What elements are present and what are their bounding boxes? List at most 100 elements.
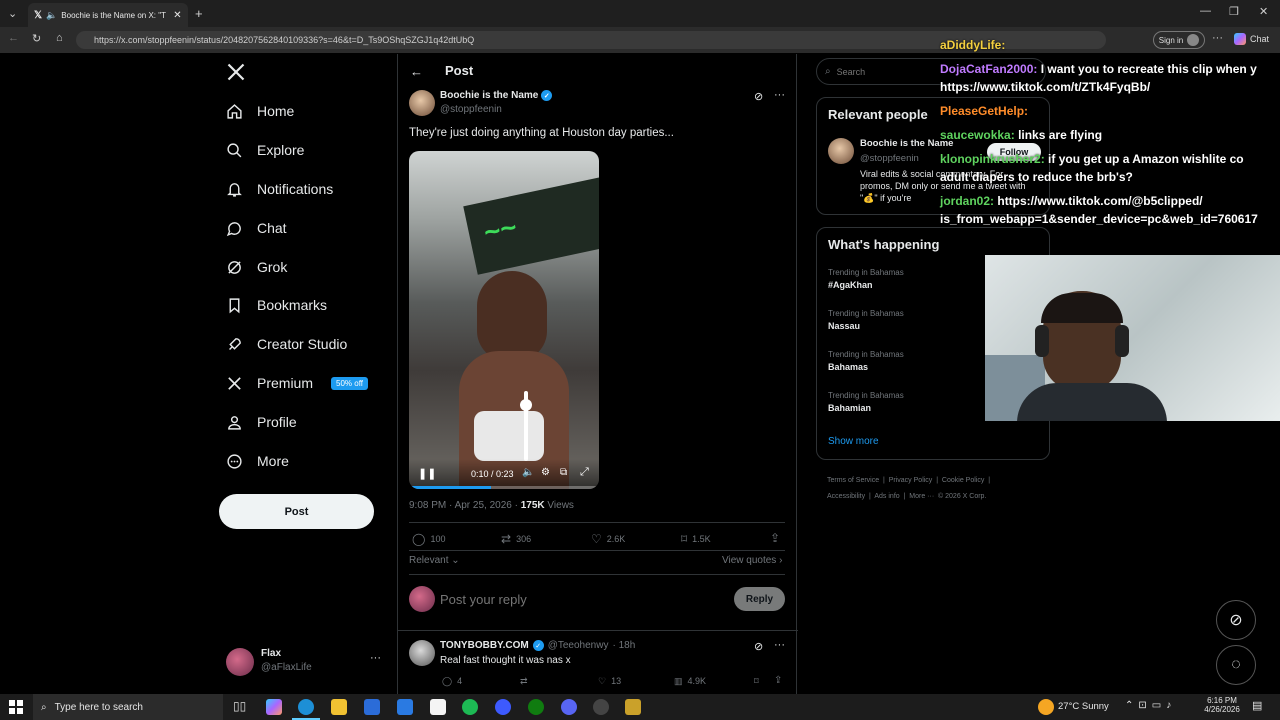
restore-icon[interactable]: ❐ [1229, 5, 1239, 18]
browser-tab[interactable]: 𝕏 🔈 Boochie is the Name on X: "T ✕ [28, 3, 188, 27]
post-button[interactable]: Post [219, 494, 374, 529]
person-icon [226, 414, 243, 431]
fullscreen-icon[interactable]: ⤢ [580, 466, 589, 479]
back-icon[interactable]: ← [8, 32, 19, 44]
account-switcher[interactable]: Flax @aFlaxLife ··· [226, 646, 386, 678]
edge-icon[interactable] [298, 699, 314, 715]
trend-item[interactable]: Trending in Bahamas Bahamian [828, 391, 904, 413]
nav-item-explore[interactable]: Explore [226, 138, 304, 162]
obs-icon[interactable] [593, 699, 609, 715]
reply-author-name[interactable]: TONYBOBBY.COM [440, 640, 529, 651]
share-icon[interactable]: ⇪ [770, 531, 780, 545]
back-arrow-icon[interactable]: ← [410, 64, 423, 79]
privacy-link[interactable]: Privacy Policy [889, 477, 933, 484]
nav-item-creator-studio[interactable]: Creator Studio [226, 332, 347, 356]
nav-item-home[interactable]: Home [226, 99, 294, 123]
discord-icon[interactable] [561, 699, 577, 715]
weather-text[interactable]: 27°C Sunny [1058, 701, 1109, 712]
weather-icon[interactable] [1038, 699, 1054, 715]
nav-item-bookmarks[interactable]: Bookmarks [226, 293, 327, 317]
mail-icon[interactable] [397, 699, 413, 715]
close-window-icon[interactable]: ✕ [1259, 5, 1268, 18]
video-player[interactable]: ~~ ❚❚ 0:10 / 0:23 🔈 ⚙ ⧉ ⤢ [409, 151, 599, 489]
task-view-icon[interactable]: ▯▯ [233, 699, 249, 715]
bookmark-button[interactable]: ⌑ 1.5K [681, 532, 711, 546]
relevant-avatar[interactable] [828, 138, 854, 164]
relevant-handle[interactable]: @stoppfeenin [860, 153, 919, 164]
like-button[interactable]: ♡ 2.6K [591, 532, 625, 546]
reply-input[interactable] [440, 589, 710, 609]
copilot-taskbar-icon[interactable] [266, 699, 282, 715]
copilot-chat-button[interactable]: Chat [1234, 33, 1269, 45]
x-logo-icon[interactable] [226, 62, 246, 82]
post-more-icon[interactable]: ··· [774, 89, 785, 101]
author-handle[interactable]: @stoppfeenin [440, 104, 502, 115]
system-tray-icons[interactable]: ⌃⊡▭♪ [1125, 700, 1176, 711]
nav-item-notifications[interactable]: Notifications [226, 177, 333, 201]
nav-item-premium[interactable]: Premium 50% off [226, 371, 368, 395]
taskbar-search[interactable]: ⌕ Type here to search [33, 694, 223, 720]
sign-in-button[interactable]: Sign in [1153, 31, 1205, 49]
author-avatar[interactable] [409, 90, 435, 116]
store-icon[interactable] [364, 699, 380, 715]
messages-float-button[interactable]: ◌ [1216, 645, 1256, 685]
webcam-overlay [985, 255, 1280, 421]
volume-icon[interactable]: 🔈 [522, 467, 534, 478]
grok-explain-icon[interactable]: ⊘ [754, 640, 763, 653]
nav-item-chat[interactable]: Chat [226, 216, 287, 240]
grok-explain-icon[interactable]: ⊘ [754, 90, 763, 103]
notification-center-icon[interactable]: ▤ [1252, 699, 1262, 712]
account-more-icon[interactable]: ··· [370, 652, 381, 664]
sort-dropdown[interactable]: Relevant ⌄ [409, 555, 460, 566]
minimize-icon[interactable]: — [1200, 5, 1211, 17]
ads-info-link[interactable]: Ads info [874, 493, 899, 500]
nav-item-profile[interactable]: Profile [226, 410, 297, 434]
xbox-icon[interactable] [528, 699, 544, 715]
new-tab-icon[interactable]: + [195, 6, 203, 21]
reply-author-avatar[interactable] [409, 640, 435, 666]
pip-icon[interactable]: ⧉ [560, 467, 567, 478]
close-tab-icon[interactable]: ✕ [173, 10, 181, 21]
author-name-row[interactable]: Boochie is the Name ✓ [440, 90, 553, 101]
reply-more-icon[interactable]: ··· [774, 639, 785, 651]
trend-item[interactable]: Trending in Bahamas Bahamas [828, 350, 904, 372]
show-more-link[interactable]: Show more [828, 436, 879, 447]
pause-icon[interactable]: ❚❚ [418, 467, 436, 480]
reply-button[interactable]: ◯ 100 [412, 532, 445, 546]
trend-item[interactable]: Trending in Bahamas Nassau [828, 309, 904, 331]
audio-icon[interactable]: 🔈 [46, 10, 57, 21]
reply-submit-button[interactable]: Reply [734, 587, 785, 611]
clock[interactable]: 6:16 PM 4/26/2026 [1200, 696, 1244, 714]
nav-item-grok[interactable]: Grok [226, 255, 287, 279]
spotify-icon[interactable] [462, 699, 478, 715]
trend-item[interactable]: Trending in Bahamas #AgaKhan [828, 268, 904, 290]
nav-item-more[interactable]: More [226, 449, 289, 473]
repost-button[interactable]: ⇄ 306 [501, 532, 531, 546]
volume-slider-thumb[interactable] [520, 399, 532, 411]
settings-icon[interactable]: ⚙ [541, 467, 550, 478]
home-browser-icon[interactable]: ⌂ [56, 32, 63, 44]
view-quotes-link[interactable]: View quotes › [722, 555, 782, 566]
windows-start-icon[interactable] [9, 700, 23, 714]
cookie-link[interactable]: Cookie Policy [942, 477, 984, 484]
notepad-icon[interactable] [430, 699, 446, 715]
tab-list-icon[interactable]: ⌄ [8, 7, 17, 20]
reply-views-button[interactable]: ▥ 4.9K [674, 676, 706, 687]
reply-repost-button[interactable]: ⇄ [520, 676, 528, 687]
terms-link[interactable]: Terms of Service [827, 477, 879, 484]
reply-reply-button[interactable]: ◯ 4 [442, 676, 462, 687]
file-explorer-icon[interactable] [331, 699, 347, 715]
app-icon[interactable] [495, 699, 511, 715]
reply-like-button[interactable]: ♡ 13 [598, 676, 621, 687]
reply-bookmark-icon[interactable]: ⌑ [754, 676, 759, 687]
video-progress-track[interactable] [409, 486, 599, 489]
footer-more-link[interactable]: More ··· [909, 493, 934, 500]
reply-share-icon[interactable]: ⇪ [774, 675, 782, 686]
refresh-icon[interactable]: ↻ [32, 32, 41, 45]
browser-menu-icon[interactable]: ··· [1212, 32, 1223, 44]
app-icon[interactable] [625, 699, 641, 715]
grok-float-button[interactable]: ⊘ [1216, 600, 1256, 640]
accessibility-link[interactable]: Accessibility [827, 493, 865, 500]
reply-author-handle[interactable]: @Teeohenwy [548, 640, 609, 651]
post-timestamp[interactable]: 9:08 PM · Apr 25, 2026 · [409, 500, 521, 511]
